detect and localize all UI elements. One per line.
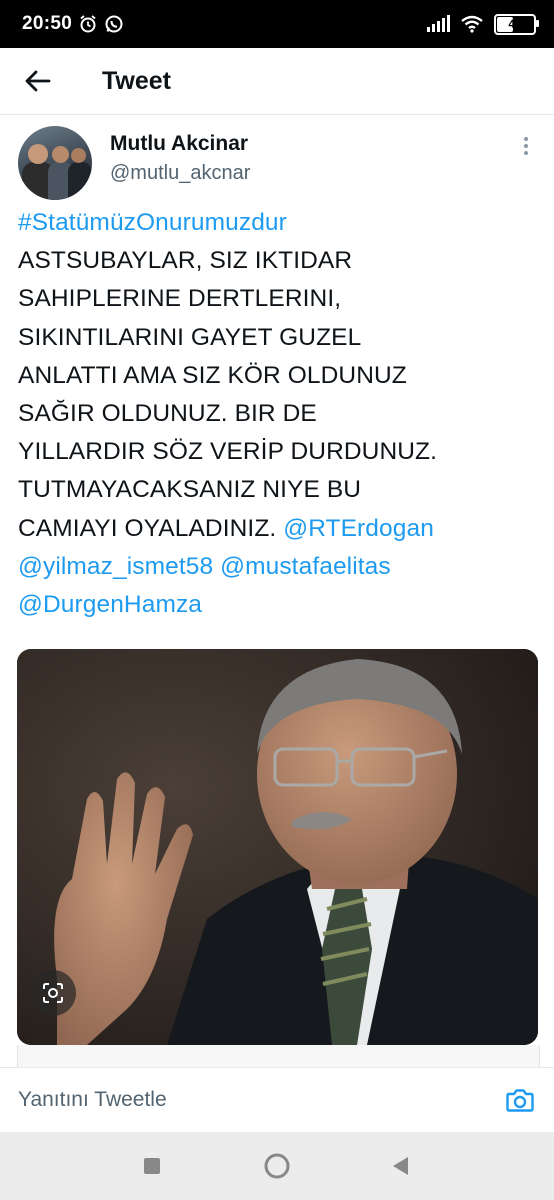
triangle-back-icon xyxy=(393,1157,408,1175)
google-lens-button[interactable] xyxy=(30,970,76,1016)
back-button[interactable] xyxy=(16,59,60,103)
tweet-line: SAĞIR OLDUNUZ. BIR DE xyxy=(18,400,317,428)
author-name[interactable]: Mutlu Akcinar xyxy=(110,132,248,156)
mention-link[interactable]: @yilmaz_ismet58 xyxy=(18,553,213,580)
tweet-text: #StatümüzOnurumuzdur ASTSUBAYLAR, SIZ IK… xyxy=(18,204,538,624)
tweet-line: CAMIAYI OYALADINIZ. xyxy=(18,514,277,542)
camera-icon[interactable] xyxy=(504,1084,536,1116)
reply-placeholder[interactable]: Yanıtını Tweetle xyxy=(18,1088,167,1112)
recents-button[interactable] xyxy=(138,1152,166,1180)
hashtag-link[interactable]: #StatümüzOnurumuzdur xyxy=(18,204,538,242)
author-handle[interactable]: @mutlu_akcnar xyxy=(110,162,250,185)
mentions-line: @yilmaz_ismet58 @mustafaelitas xyxy=(18,548,538,586)
signal-icon xyxy=(427,15,450,32)
top-bar: Tweet xyxy=(0,48,554,114)
home-button[interactable] xyxy=(263,1152,291,1180)
mention-link[interactable]: @DurgenHamza xyxy=(18,586,538,624)
header-divider xyxy=(0,114,554,115)
arrow-left-icon xyxy=(25,70,51,92)
status-time: 20:50 xyxy=(22,13,73,34)
circle-icon xyxy=(264,1153,290,1179)
alarm-icon xyxy=(80,15,96,33)
reply-composer[interactable]: Yanıtını Tweetle xyxy=(0,1067,554,1133)
whatsapp-icon xyxy=(105,15,123,33)
status-bar: 20:50 41 xyxy=(0,0,554,48)
battery-percent: 41 xyxy=(508,17,522,31)
battery-icon: 41 xyxy=(494,13,539,35)
page-title: Tweet xyxy=(102,66,171,95)
mention-link[interactable]: @mustafaelitas xyxy=(220,553,391,580)
mention-link[interactable]: @RTErdogan xyxy=(283,515,434,542)
tweet-line-with-mention: CAMIAYI OYALADINIZ. @RTErdogan xyxy=(18,510,538,548)
system-nav-bar xyxy=(0,1132,554,1200)
status-left-icons xyxy=(78,14,124,34)
system-back-button[interactable] xyxy=(386,1152,414,1180)
tweet-photo[interactable] xyxy=(17,649,538,1045)
tweet-line: SAHIPLERINE DERTLERINI, xyxy=(18,285,342,313)
wifi-icon xyxy=(461,15,483,33)
tweet-line: TUTMAYACAKSANIZ NIYE BU xyxy=(18,476,362,504)
tweet-line: ASTSUBAYLAR, SIZ IKTIDAR xyxy=(18,247,353,275)
square-icon xyxy=(144,1158,160,1174)
tweet-line: YILLARDIR SÖZ VERİP DURDUNUZ. xyxy=(18,438,438,466)
more-vertical-icon xyxy=(524,137,528,141)
photo-footer xyxy=(17,1045,540,1067)
more-options-button[interactable] xyxy=(514,134,538,158)
tweet-line: ANLATTI AMA SIZ KÖR OLDUNUZ xyxy=(18,361,407,389)
tweet-line: SIKINTILARINI GAYET GUZEL xyxy=(18,323,362,351)
google-lens-icon xyxy=(43,983,63,1003)
avatar[interactable] xyxy=(18,126,92,200)
status-right-icons: 41 xyxy=(426,0,539,48)
photo-of-man-waving xyxy=(17,649,538,1045)
tweet-author: Mutlu Akcinar @mutlu_akcnar xyxy=(18,126,538,200)
